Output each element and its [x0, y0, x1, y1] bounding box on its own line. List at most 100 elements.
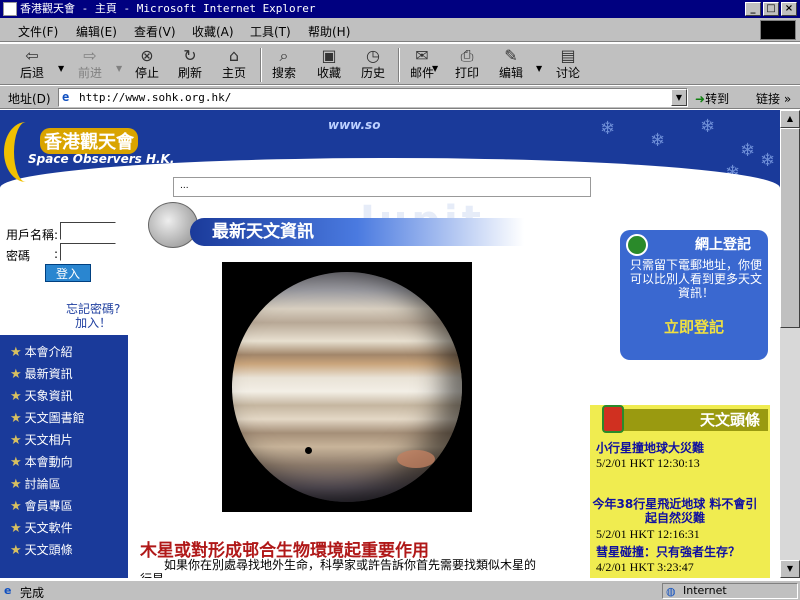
- maximize-button[interactable]: □: [763, 2, 779, 16]
- menu-edit[interactable]: 编辑(E): [76, 23, 117, 40]
- star-icon: ★: [10, 411, 22, 426]
- refresh-icon: ↻: [183, 46, 197, 65]
- print-button[interactable]: ⎙ 打印: [449, 46, 485, 84]
- star-icon: ★: [10, 477, 22, 492]
- nav-item-activities[interactable]: ★ 本會動向: [10, 453, 73, 470]
- star-icon: ★: [10, 499, 22, 514]
- jupiter-planet: [232, 272, 462, 502]
- forward-button[interactable]: ⇨ 前进: [72, 46, 108, 84]
- forgot-password-link[interactable]: 忘記密碼?: [66, 302, 120, 316]
- site-logo-chinese[interactable]: 香港觀天會: [40, 128, 138, 154]
- headline-link[interactable]: 今年38行星飛近地球 料不會引起自然災難: [590, 497, 760, 525]
- nav-item-headlines[interactable]: ★ 天文頭條: [10, 541, 73, 558]
- edit-button[interactable]: ✎ 编辑: [493, 46, 529, 84]
- close-button[interactable]: ×: [781, 2, 797, 16]
- back-dropdown-icon[interactable]: ▼: [58, 64, 64, 73]
- scroll-thumb[interactable]: [780, 128, 800, 328]
- nav-item-about[interactable]: ★ 本會介紹: [10, 343, 73, 360]
- password-colon: :: [54, 247, 59, 261]
- back-button[interactable]: ⇦ 后退: [14, 46, 50, 84]
- home-button[interactable]: ⌂ 主页: [216, 46, 252, 84]
- menu-file[interactable]: 文件(F): [18, 23, 58, 40]
- discuss-button[interactable]: ▤ 讨论: [550, 46, 586, 84]
- register-panel: 網上登記 只需留下電郵地址，你便可以比別人看到更多天文資訊！ 立即登記: [620, 230, 768, 360]
- address-label: 地址(D): [8, 92, 51, 106]
- forward-arrow-icon: ⇨: [83, 46, 97, 65]
- menu-view[interactable]: 查看(V): [134, 23, 176, 40]
- join-link[interactable]: 加入！: [66, 316, 120, 330]
- stop-icon: ⊗: [140, 46, 154, 65]
- mail-dropdown-icon[interactable]: ▼: [432, 64, 438, 73]
- nav-item-forum[interactable]: ★ 討論區: [10, 475, 61, 492]
- nav-item-photos[interactable]: ★ 天文相片: [10, 431, 73, 448]
- news-lead-text: 如果你在別處尋找地外生命，科學家或許告訴你首先需要找類似木星的行星: [140, 558, 537, 578]
- back-arrow-icon: ⇦: [25, 46, 39, 65]
- headline-link[interactable]: 小行星撞地球大災難: [596, 441, 704, 455]
- address-dropdown-icon[interactable]: ▼: [671, 89, 687, 106]
- stop-button[interactable]: ⊗ 停止: [129, 46, 165, 84]
- ie-page-icon: e: [4, 584, 12, 597]
- star-icon: ★: [10, 521, 22, 536]
- refresh-button[interactable]: ↻ 刷新: [172, 46, 208, 84]
- snowflake-icon: ❄: [760, 150, 776, 171]
- vertical-scrollbar[interactable]: ▲ ▼: [780, 110, 800, 578]
- username-label: 用戶名稱:: [6, 228, 59, 242]
- password-label: 密碼: [6, 249, 31, 263]
- snowflake-icon: ❄: [650, 130, 666, 151]
- nav-item-members[interactable]: ★ 會員專區: [10, 497, 73, 514]
- site-logo-english[interactable]: Space Observers H.K.: [28, 152, 174, 166]
- search-button[interactable]: ⌕ 搜索: [266, 46, 302, 84]
- banner-url-text: www.so: [328, 118, 381, 132]
- go-arrow-icon: ➜: [695, 92, 706, 106]
- menu-help[interactable]: 帮助(H): [308, 23, 350, 40]
- register-now-button[interactable]: 立即登記: [664, 316, 724, 337]
- login-button[interactable]: 登入: [45, 264, 91, 282]
- edit-dropdown-icon[interactable]: ▼: [536, 64, 542, 73]
- snowflake-icon: ❄: [740, 140, 756, 161]
- menu-tools[interactable]: 工具(T): [250, 23, 291, 40]
- globe-icon: [626, 234, 648, 256]
- username-field[interactable]: [60, 222, 116, 240]
- star-icon: ★: [10, 367, 22, 382]
- scroll-up-icon[interactable]: ▲: [780, 110, 800, 128]
- title-bar[interactable]: 香港觀天會 - 主頁 - Microsoft Internet Explorer…: [0, 0, 800, 18]
- menu-favorites[interactable]: 收藏(A): [192, 23, 234, 40]
- forward-dropdown-icon[interactable]: ▼: [116, 64, 122, 73]
- nav-item-sky-info[interactable]: ★ 天象資訊: [10, 387, 73, 404]
- newspaper-icon: [602, 405, 624, 433]
- star-icon: ★: [10, 455, 22, 470]
- window-title: 香港觀天會 - 主頁 - Microsoft Internet Explorer: [20, 2, 316, 15]
- status-text: 完成: [20, 586, 45, 600]
- history-icon: ◷: [366, 46, 380, 65]
- headlines-panel: 天文頭條 小行星撞地球大災難 5/2/01 HKT 12:30:13 今年38行…: [590, 405, 770, 578]
- address-bar: 地址(D) e http://www.sohk.org.hk/ ▼ ➜转到 链接…: [0, 86, 800, 109]
- history-button[interactable]: ◷ 历史: [355, 46, 391, 84]
- star-icon: ★: [10, 345, 22, 360]
- headline-link[interactable]: 彗星碰撞：只有強者生存？: [596, 545, 740, 559]
- star-icon: ★: [10, 389, 22, 404]
- password-field[interactable]: [60, 243, 116, 261]
- address-input[interactable]: e http://www.sohk.org.hk/: [58, 88, 688, 107]
- toolbar-separator: [398, 48, 400, 82]
- discuss-icon: ▤: [560, 46, 576, 65]
- address-url[interactable]: http://www.sohk.org.hk/: [79, 91, 231, 104]
- great-red-spot: [397, 450, 435, 468]
- scroll-down-icon[interactable]: ▼: [780, 560, 800, 578]
- go-button[interactable]: ➜转到: [695, 90, 729, 107]
- security-zone: ◍ Internet: [662, 583, 798, 599]
- nav-item-news[interactable]: ★ 最新資訊: [10, 365, 73, 382]
- windows-logo-icon: [760, 20, 796, 40]
- snowflake-icon: ❄: [700, 116, 716, 137]
- favorites-button[interactable]: ▣ 收藏: [311, 46, 347, 84]
- links-button[interactable]: 链接 »: [756, 90, 791, 107]
- snowflake-icon: ❄: [600, 118, 616, 139]
- nav-item-software[interactable]: ★ 天文軟件: [10, 519, 73, 536]
- site-search-box[interactable]: ...: [173, 177, 591, 197]
- minimize-button[interactable]: _: [745, 2, 761, 16]
- printer-icon: ⎙: [460, 46, 474, 65]
- ie-page-icon: [3, 2, 17, 16]
- jupiter-image[interactable]: [222, 262, 472, 512]
- nav-item-library[interactable]: ★ 天文圖書館: [10, 409, 85, 426]
- star-icon: ★: [10, 543, 22, 558]
- menu-bar: 文件(F) 编辑(E) 查看(V) 收藏(A) 工具(T) 帮助(H): [0, 18, 800, 42]
